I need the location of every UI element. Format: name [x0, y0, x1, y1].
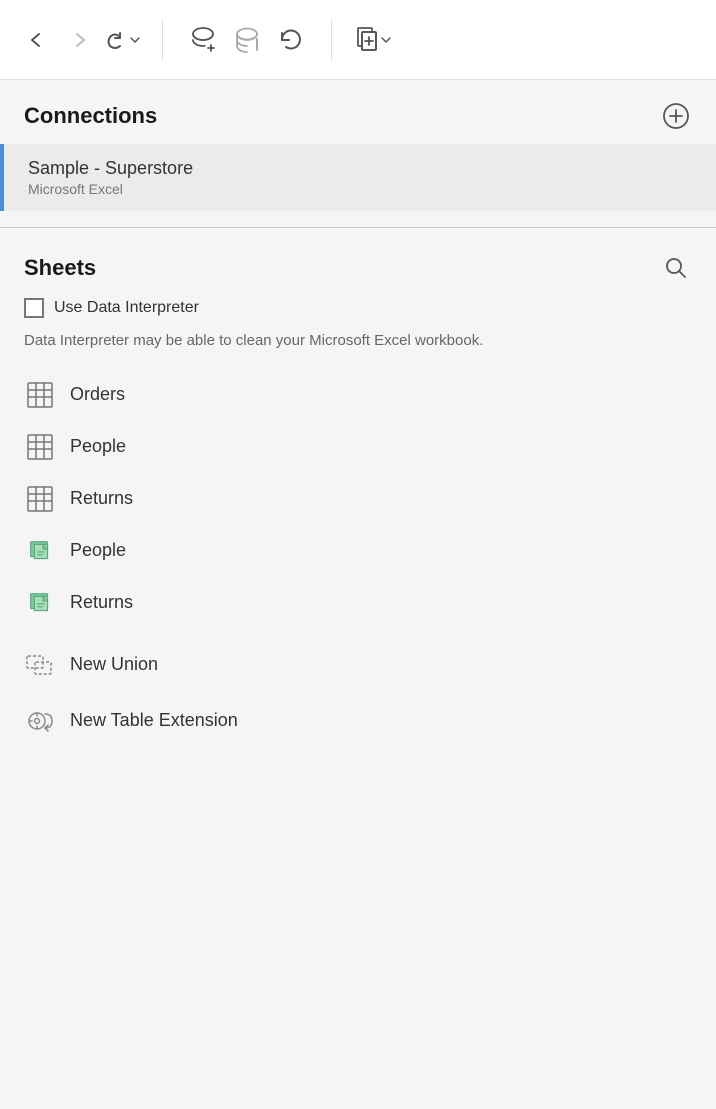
- toolbar-divider-1: [162, 20, 163, 60]
- sheets-search-button[interactable]: [660, 252, 692, 284]
- named-range-icon-returns: [24, 587, 56, 619]
- connections-section: Connections Sample - Superstore Microsof…: [0, 80, 716, 219]
- connection-type: Microsoft Excel: [28, 181, 193, 197]
- sheet-item-returns-named[interactable]: Returns: [0, 577, 716, 629]
- sheet-name-people-named: People: [70, 540, 126, 561]
- new-sheet-dropdown-icon: [380, 34, 392, 46]
- toolbar-divider-2: [331, 20, 332, 60]
- main-content: Connections Sample - Superstore Microsof…: [0, 80, 716, 765]
- sheets-title: Sheets: [24, 255, 96, 281]
- sheet-name-returns-table: Returns: [70, 488, 133, 509]
- section-divider: [0, 227, 716, 228]
- sheet-name-orders: Orders: [70, 384, 125, 405]
- forward-button[interactable]: [60, 20, 100, 60]
- connection-item[interactable]: Sample - Superstore Microsoft Excel: [0, 144, 716, 211]
- interpreter-checkbox[interactable]: [24, 298, 44, 318]
- sheet-item-people-table[interactable]: People: [0, 421, 716, 473]
- interpreter-label[interactable]: Use Data Interpreter: [54, 299, 199, 317]
- add-datasource-button[interactable]: [183, 20, 223, 60]
- table-icon-orders: [24, 379, 56, 411]
- datasource-buttons: [183, 20, 311, 60]
- new-union-label: New Union: [70, 654, 158, 675]
- connections-title: Connections: [24, 103, 157, 129]
- table-icon-people: [24, 431, 56, 463]
- sheets-header: Sheets: [0, 252, 716, 284]
- toolbar: [0, 0, 716, 80]
- new-union-item[interactable]: New Union: [0, 637, 716, 693]
- add-connection-button[interactable]: [660, 100, 692, 132]
- connections-header: Connections: [0, 100, 716, 132]
- sheet-item-orders[interactable]: Orders: [0, 369, 716, 421]
- sheets-section: Sheets Use Data Interpreter Data Interpr…: [0, 236, 716, 765]
- table-icon-returns: [24, 483, 56, 515]
- interpreter-row: Use Data Interpreter: [0, 298, 716, 318]
- redo-dropdown[interactable]: [104, 29, 142, 51]
- connection-name: Sample - Superstore: [28, 158, 193, 179]
- new-extension-label: New Table Extension: [70, 710, 238, 731]
- new-extension-item[interactable]: New Table Extension: [0, 693, 716, 749]
- new-sheet-button[interactable]: [352, 20, 392, 60]
- sheet-item-returns-table[interactable]: Returns: [0, 473, 716, 525]
- connection-info: Sample - Superstore Microsoft Excel: [28, 158, 193, 197]
- nav-buttons: [16, 20, 142, 60]
- interpreter-description: Data Interpreter may be able to clean yo…: [0, 326, 716, 369]
- back-button[interactable]: [16, 20, 56, 60]
- dropdown-chevron-icon: [128, 33, 142, 47]
- named-range-icon-people: [24, 535, 56, 567]
- union-icon: [24, 649, 56, 681]
- extension-icon: [24, 705, 56, 737]
- sheet-name-people-table: People: [70, 436, 126, 457]
- sheet-name-returns-named: Returns: [70, 592, 133, 613]
- pause-datasource-button[interactable]: [227, 20, 267, 60]
- sheet-item-people-named[interactable]: People: [0, 525, 716, 577]
- refresh-button[interactable]: [271, 20, 311, 60]
